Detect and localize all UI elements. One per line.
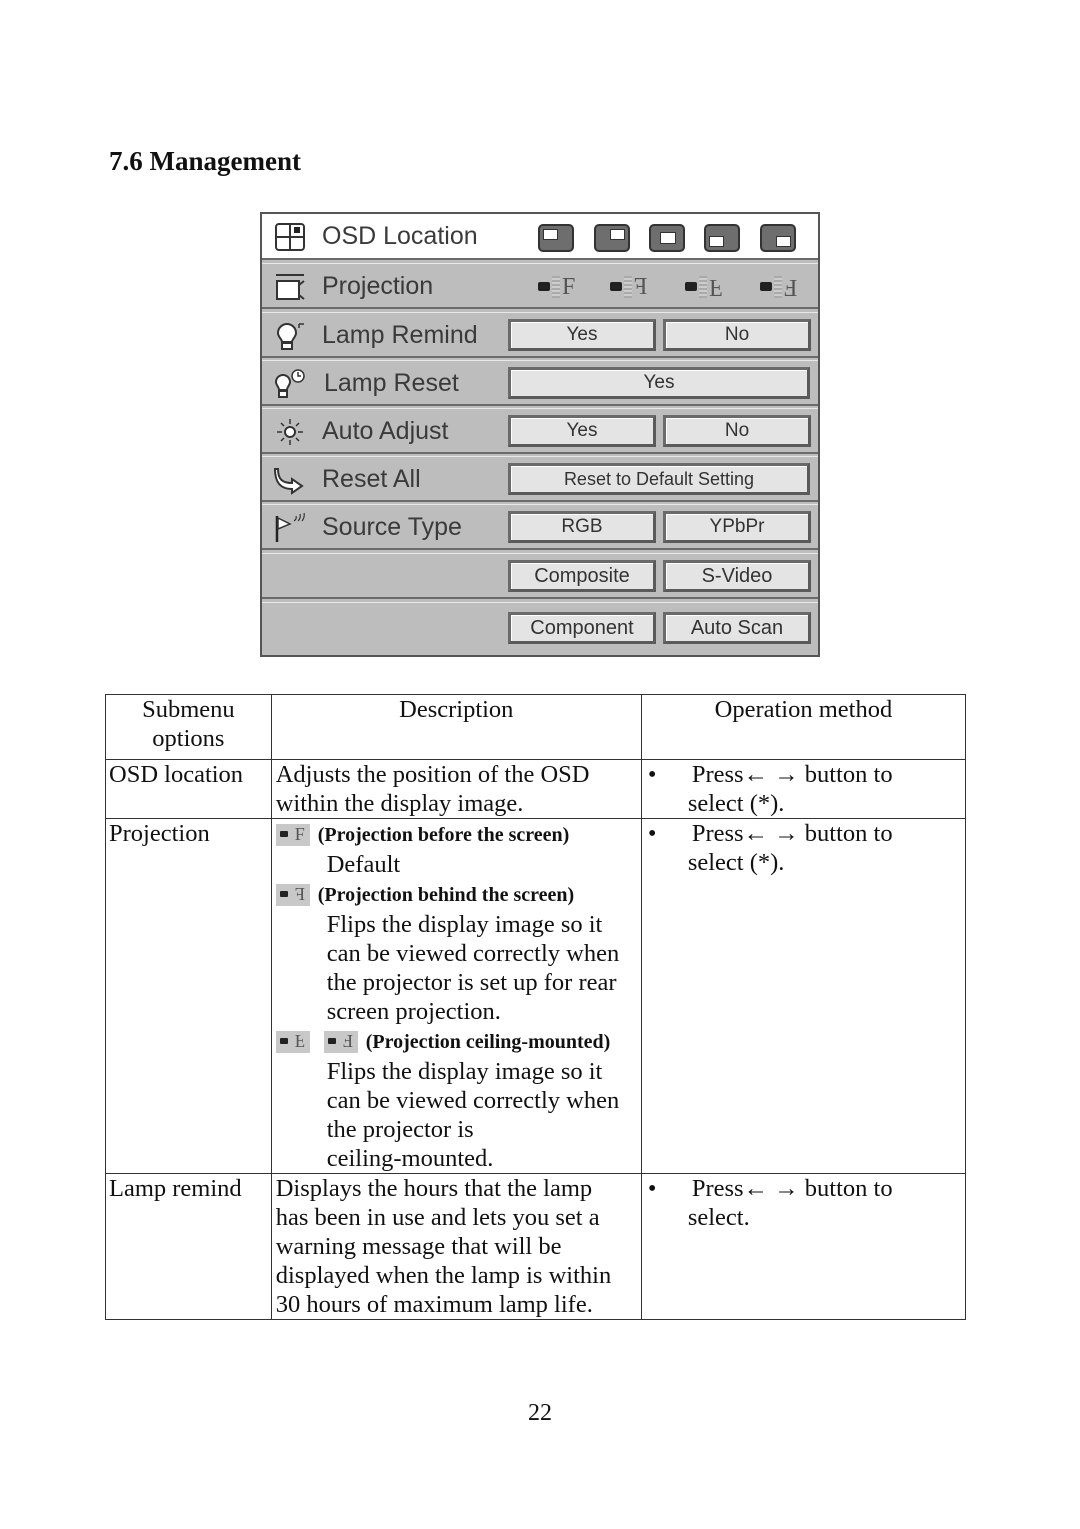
projection-front-icon: F [275,824,310,847]
osd-label: Projection [322,272,434,300]
projection-ceiling-rear-icon: F [323,1031,358,1054]
osd-row-lamp-remind[interactable]: Lamp Remind Yes No [262,312,818,358]
source-ypbpr-button[interactable]: YPbPr [663,511,811,543]
osd-label: OSD Location [322,222,478,250]
osd-label: Reset All [322,465,421,493]
projection-rear-icon[interactable]: F [610,274,664,300]
section-heading: 7.6 Management [109,146,301,176]
projection-rear-icon: F [275,884,310,907]
description-cell: Adjusts the position of the OSD within t… [270,759,642,819]
osd-row-source-2: Composite S-Video [262,553,818,599]
operation-cell: • Press← → button to select (*). [640,818,967,1174]
table-row: OSD location Adjusts the position of the… [105,759,967,819]
bullet-icon: • [647,820,657,847]
grid-icon [275,223,305,251]
lamp-reset-yes-button[interactable]: Yes [508,367,810,399]
bullet-icon: • [647,761,657,788]
osd-location-center-icon[interactable] [649,224,685,252]
auto-adjust-yes-button[interactable]: Yes [508,415,656,447]
projection-ceiling-front-icon: F [275,1031,310,1054]
osd-row-lamp-reset[interactable]: Lamp Reset Yes [262,360,818,406]
lamp-clock-icon [274,369,305,398]
osd-row-auto-adjust[interactable]: Auto Adjust Yes No [262,408,818,454]
source-component-button[interactable]: Component [508,612,656,644]
table-header-row: Submenu options Description Operation me… [105,694,967,760]
lamp-icon [276,323,304,350]
projection-screen-icon [276,274,305,300]
source-composite-button[interactable]: Composite [508,560,656,592]
bullet-icon: • [647,1175,657,1202]
auto-adjust-no-button[interactable]: No [663,415,811,447]
operation-cell: • Press← → button to select (*). [640,759,967,819]
source-auto-scan-button[interactable]: Auto Scan [663,612,811,644]
sun-icon [277,419,303,445]
reset-arrow-icon [274,468,304,495]
header-operation-method: Operation method [640,694,967,760]
osd-label: Auto Adjust [322,417,449,445]
header-description: Description [270,694,642,760]
osd-location-bottom-right-icon[interactable] [760,224,796,252]
projection-front-icon[interactable]: F [538,274,592,300]
osd-label: Source Type [322,513,462,541]
osd-management-menu: OSD Location Projection F F F F Lamp Rem… [260,212,820,657]
table-row: Lamp remind Displays the hours that the … [105,1173,967,1320]
osd-label: Lamp Remind [322,321,478,349]
description-cell: Displays the hours that the lamp has bee… [270,1173,642,1320]
option-cell: Projection [105,818,272,1174]
source-svideo-button[interactable]: S-Video [663,560,811,592]
osd-location-top-left-icon[interactable] [538,224,574,252]
source-rgb-button[interactable]: RGB [508,511,656,543]
lamp-remind-yes-button[interactable]: Yes [508,319,656,351]
osd-row-source-type[interactable]: Source Type RGB YPbPr [262,504,818,550]
osd-location-bottom-left-icon[interactable] [704,224,740,252]
signal-flag-icon [275,513,305,542]
osd-row-reset-all[interactable]: Reset All Reset to Default Setting [262,456,818,502]
reset-to-default-button[interactable]: Reset to Default Setting [508,463,810,495]
osd-row-source-3: Component Auto Scan [262,602,818,655]
option-cell: OSD location [105,759,272,819]
table-row: Projection F (Projection before the scree… [105,818,967,1174]
header-submenu-options: Submenu options [105,694,272,760]
page-number: 22 [528,1400,552,1426]
lamp-remind-no-button[interactable]: No [663,319,811,351]
osd-location-top-right-icon[interactable] [594,224,630,252]
projection-ceiling-front-icon[interactable]: F [685,274,739,300]
projection-ceiling-rear-icon[interactable]: F [760,274,814,300]
submenu-table: Submenu options Description Operation me… [105,694,967,1320]
osd-row-osd-location[interactable]: OSD Location [262,214,818,260]
osd-row-projection[interactable]: Projection F F F F [262,263,818,309]
option-cell: Lamp remind [105,1173,272,1320]
operation-cell: • Press← → button to select. [640,1173,967,1320]
osd-label: Lamp Reset [324,369,459,397]
description-cell: F (Projection before the screen) Default … [270,818,642,1174]
